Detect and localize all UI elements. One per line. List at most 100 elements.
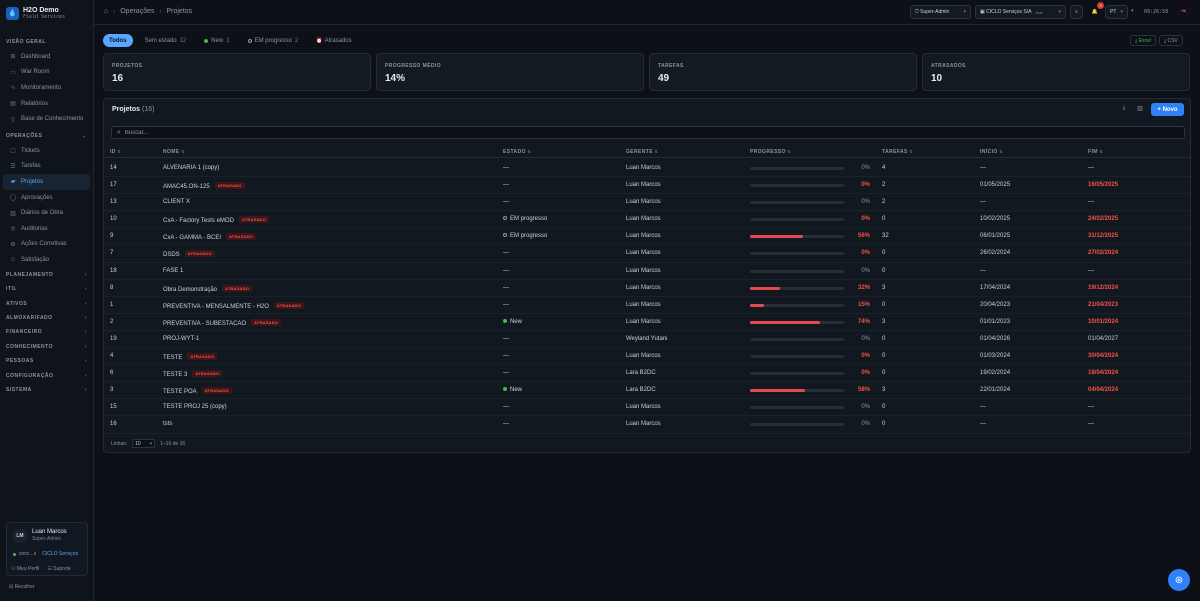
export-csv-button[interactable]: ⤓ CSV xyxy=(1158,35,1183,46)
table-row[interactable]: 1 PREVENTIVA - MENSALMENTE - H2O ATRASADO —… xyxy=(104,297,1190,314)
cell-name[interactable]: TESTE PROJ 25 (copy) xyxy=(163,404,227,410)
column-header-4[interactable]: PROGRESSO ⇅ xyxy=(750,149,791,155)
sidebar-item-war-room[interactable]: ▭ War Room xyxy=(3,65,90,81)
cell-name[interactable]: ALVENARIA 1 (copy) xyxy=(163,165,219,171)
column-header-5[interactable]: TAREFAS ⇅ xyxy=(882,149,913,155)
language-selector[interactable]: PT ▾ xyxy=(1105,5,1128,19)
sidebar-item-a-es-corretivas[interactable]: ⚙ Ações Corretivas xyxy=(3,237,90,253)
cell-name[interactable]: AMAC45.ON-125 ATRASADO xyxy=(163,182,245,190)
sidebar-item-satisfa-o[interactable]: ☺ Satisfação xyxy=(3,252,90,268)
column-header-1[interactable]: NOME ⇅ xyxy=(163,149,185,155)
sidebar-item-di-rios-de-obra[interactable]: ▥ Diários de Obra xyxy=(3,205,90,221)
sidebar-item-dashboard[interactable]: ⊞ Dashboard xyxy=(3,49,90,65)
table-row[interactable]: 13 CLIENT X — Luan Marcos 0% 2 — — xyxy=(104,194,1190,212)
nav-section-collapsed[interactable]: ITIL › xyxy=(0,282,93,296)
table-row[interactable]: 4 TESTE ATRASADO — Luan Marcos 0% 0 01/03/2024 3… xyxy=(104,348,1190,366)
notifications-button[interactable]: 🔔 3 xyxy=(1089,2,1104,19)
sidebar-item-projetos[interactable]: ▰ Projetos xyxy=(3,174,90,190)
nav-section-collapsed[interactable]: FINANCEIRO › xyxy=(0,325,93,339)
sidebar-item-relat-rios[interactable]: ▤ Relatórios xyxy=(3,96,90,112)
progress-bar xyxy=(750,252,844,256)
column-header-6[interactable]: INÍCIO ⇅ xyxy=(980,149,1003,155)
cell-name[interactable]: Obra Demonstração ATRASADO xyxy=(163,284,253,293)
table-row[interactable]: 8 Obra Demonstração ATRASADO — Luan Marcos 32… xyxy=(104,280,1190,297)
cell-name[interactable]: CLIENT X xyxy=(163,199,190,205)
cell-name[interactable]: TESTE 3 ATRASADO xyxy=(163,370,223,378)
home-icon[interactable]: ⌂ xyxy=(104,8,108,15)
cell-name[interactable]: TESTE POA ATRASADO xyxy=(163,387,232,395)
sidebar-item-auditorias[interactable]: ◎ Auditorias xyxy=(3,221,90,237)
nav-section-title[interactable]: OPERAÇÕES ⌄ xyxy=(0,129,93,143)
cell-name[interactable]: PREVENTIVA - MENSALMENTE - H2O ATRASADO xyxy=(163,301,304,310)
column-header-7[interactable]: FIM ⇅ xyxy=(1088,149,1103,155)
cell-name[interactable]: PROJ-WYT-1 xyxy=(163,336,199,342)
table-row[interactable]: 3 TESTE POA ATRASADO New Lara B2DC 58% 3 22/01/… xyxy=(104,382,1190,400)
cell-name[interactable]: PREVENTIVA - SUBESTACAO ATRASADO xyxy=(163,318,282,327)
sidebar-item-aprova-es[interactable]: ◯ Aprovações xyxy=(3,190,90,206)
project-name: FASE 1 xyxy=(163,267,184,274)
new-project-button[interactable]: + Novo xyxy=(1151,103,1184,116)
page-size-select[interactable]: 10 ▾ xyxy=(132,439,156,448)
progress-bar xyxy=(750,406,844,410)
cell-name[interactable]: DSDS ATRASADO xyxy=(163,250,215,258)
table-row[interactable]: 19 PROJ-WYT-1 — Weyland Yutani 0% 0 01/04/2026… xyxy=(104,331,1190,349)
cell-name[interactable]: TESTE ATRASADO xyxy=(163,353,218,361)
filter-chip-label: Todos xyxy=(109,37,127,44)
table-row[interactable]: 9 CxA - GAMMA - BCEI ATRASADO EM progresso L… xyxy=(104,228,1190,246)
nav-section-collapsed[interactable]: SISTEMA › xyxy=(0,383,93,397)
cell-name[interactable]: CxA - Factory Tests eMOD ATRASADO xyxy=(163,216,269,224)
cell-id: 18 xyxy=(110,267,117,274)
table-row[interactable]: 15 TESTE PROJ 25 (copy) — Luan Marcos 0% 0 — — xyxy=(104,399,1190,417)
filter-chip-atrasados[interactable]: ⏰ Atrasados xyxy=(310,34,357,47)
chevron-right-icon: › xyxy=(84,329,87,336)
table-row[interactable]: 10 CxA - Factory Tests eMOD ATRASADO EM pro… xyxy=(104,211,1190,229)
cell-name[interactable]: FASE 1 xyxy=(163,268,183,274)
columns-icon[interactable]: ▥ xyxy=(1135,105,1145,115)
table-row[interactable]: 17 AMAC45.ON-125 ATRASADO — Luan Marcos 0% 2 01… xyxy=(104,177,1190,195)
table-row[interactable]: 2 PREVENTIVA - SUBESTACAO ATRASADO New Luan … xyxy=(104,314,1190,331)
nav-section-collapsed[interactable]: PLANEJAMENTO › xyxy=(0,268,93,282)
table-row[interactable]: 16 tsts — Luan Marcos 0% 0 — — xyxy=(104,416,1190,434)
theme-toggle-icon[interactable]: ◐ xyxy=(1131,8,1135,14)
help-button[interactable]: ⊛ xyxy=(1168,569,1190,591)
column-header-3[interactable]: GERENTE ⇅ xyxy=(626,149,658,155)
user-company-link[interactable]: CICLO Serviços xyxy=(42,551,78,557)
state-label: — xyxy=(503,301,509,308)
download-icon[interactable]: ⤓ xyxy=(1119,105,1129,115)
nav-section-collapsed[interactable]: ALMOXARIFADO › xyxy=(0,311,93,325)
table-row[interactable]: 18 FASE 1 — Luan Marcos 0% 0 — — xyxy=(104,263,1190,280)
brand[interactable]: 💧 H2O Demo Field Services xyxy=(0,0,93,26)
logout-icon[interactable]: ⇥ xyxy=(1180,7,1186,15)
collapse-sidebar-button[interactable]: ⊟ Recolher xyxy=(9,584,35,590)
filter-chip-sem-estado[interactable]: Sem estado 12 xyxy=(139,34,193,47)
cell-name[interactable]: tsts xyxy=(163,421,172,427)
profile-link[interactable]: ⚇ Meu Perfil xyxy=(11,566,39,572)
nav-section-collapsed[interactable]: ATIVOS › xyxy=(0,297,93,311)
nav-section-title[interactable]: VISÃO GERAL xyxy=(0,35,93,49)
search-input[interactable] xyxy=(124,129,1025,136)
table-row[interactable]: 7 DSDS ATRASADO — Luan Marcos 0% 0 26/02/2024 27… xyxy=(104,245,1190,263)
company-selector[interactable]: ▣ CICLO Serviços S/A Hub ▾ xyxy=(975,5,1066,19)
nav-section-label: PESSOAS xyxy=(6,358,34,365)
sidebar-item-monitoramento[interactable]: ∿ Monitoramento xyxy=(3,80,90,96)
export-excel-button[interactable]: ⤓ Excel xyxy=(1130,35,1156,46)
table-row[interactable]: 6 TESTE 3 ATRASADO — Lara B2DC 0% 0 19/02/2024 1… xyxy=(104,365,1190,383)
support-link[interactable]: ☷ Suporte xyxy=(47,566,70,572)
filter-chip-em-progresso[interactable]: EM progresso 2 xyxy=(242,34,305,47)
cell-name[interactable]: CxA - GAMMA - BCEI ATRASADO xyxy=(163,233,256,241)
avatar[interactable]: LM xyxy=(13,529,27,543)
sidebar-item-tarefas[interactable]: ☰ Tarefas xyxy=(3,159,90,175)
search-button[interactable]: ⌕ xyxy=(1070,5,1083,19)
sidebar-item-tickets[interactable]: ▢ Tickets xyxy=(3,143,90,159)
column-header-0[interactable]: ID ⇅ xyxy=(110,149,121,155)
sidebar-item-base-de-conhecimento[interactable]: ▯ Base de Conhecimento xyxy=(3,111,90,127)
nav-section-collapsed[interactable]: CONHECIMENTO › xyxy=(0,340,93,354)
table-row[interactable]: 14 ALVENARIA 1 (copy) — Luan Marcos 0% 4 — — xyxy=(104,160,1190,178)
nav-section-collapsed[interactable]: PESSOAS › xyxy=(0,354,93,368)
column-header-2[interactable]: ESTADO ⇅ xyxy=(503,149,531,155)
nav-section-collapsed[interactable]: CONFIGURAÇÃO › xyxy=(0,368,93,382)
role-selector[interactable]: ⛉ Super-Admin ▾ xyxy=(910,5,971,19)
breadcrumb-operacoes[interactable]: Operações xyxy=(120,8,154,15)
filter-chip-new[interactable]: New 2 xyxy=(198,34,235,47)
filter-chip-todos[interactable]: Todos xyxy=(103,34,133,47)
